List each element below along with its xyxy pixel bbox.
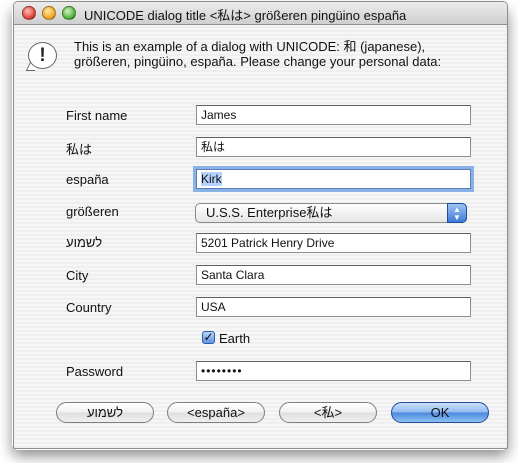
password-field[interactable]: ••••••••: [196, 361, 471, 381]
espana-field-selected-text: Kirk: [201, 172, 222, 186]
checkmark-icon: ✓: [203, 330, 214, 344]
label-grosseren: größeren: [66, 204, 119, 219]
hebrew-button[interactable]: לשמוע: [56, 402, 154, 423]
window-title: UNICODE dialog title <私は> größeren pingü…: [84, 8, 407, 23]
hebrew-field[interactable]: 5201 Patrick Henry Drive: [196, 233, 471, 253]
watashi-button[interactable]: <私>: [279, 402, 377, 423]
close-window-button[interactable]: [22, 6, 36, 20]
ok-button[interactable]: OK: [391, 402, 489, 423]
title-bar[interactable]: UNICODE dialog title <私は> größeren pingü…: [14, 2, 507, 25]
grosseren-popup-value: U.S.S. Enterprise私は: [206, 205, 333, 220]
label-city: City: [66, 268, 89, 283]
espana-button[interactable]: <españa>: [167, 402, 265, 423]
earth-checkbox-label[interactable]: Earth: [219, 331, 250, 346]
earth-checkbox[interactable]: ✓: [202, 331, 215, 344]
label-country: Country: [66, 300, 112, 315]
label-password: Password: [66, 364, 124, 379]
first-name-field[interactable]: James: [196, 105, 471, 125]
minimize-window-button[interactable]: [42, 6, 56, 20]
grosseren-popup[interactable]: U.S.S. Enterprise私は ▲ ▼: [195, 203, 467, 223]
label-watashi: 私は: [66, 142, 93, 157]
label-espana: españa: [66, 172, 109, 187]
country-field[interactable]: USA: [196, 297, 471, 317]
label-first-name: First name: [66, 108, 128, 123]
city-field[interactable]: Santa Clara: [196, 265, 471, 285]
exclamation-alert-icon: !: [28, 42, 57, 69]
label-hebrew: לשמוע: [66, 235, 103, 250]
dialog-message: This is an example of a dialog with UNIC…: [74, 39, 442, 69]
espana-field[interactable]: Kirk: [196, 169, 471, 189]
watashi-field[interactable]: 私は: [196, 137, 471, 157]
zoom-window-button[interactable]: [62, 6, 76, 20]
up-down-arrows-icon[interactable]: ▲ ▼: [447, 203, 467, 223]
